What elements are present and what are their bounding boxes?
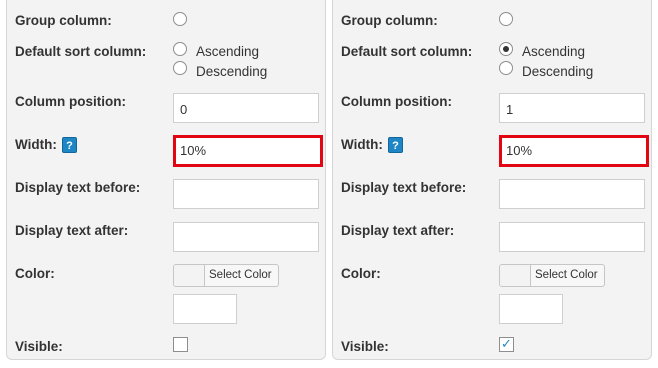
color-swatch (174, 265, 205, 286)
color-swatch (500, 265, 531, 286)
group-column-label: Group column: (341, 13, 438, 28)
display-text-before-input[interactable] (499, 179, 645, 209)
column-position-label: Column position: (15, 94, 126, 109)
sort-ascending-label: Ascending (196, 44, 260, 59)
display-text-before-label: Display text before: (341, 180, 467, 195)
color-label: Color: (15, 266, 55, 281)
group-column-radio[interactable] (173, 12, 187, 26)
visible-checkbox[interactable]: ✓ (499, 336, 514, 352)
default-sort-label: Default sort column: (15, 44, 147, 59)
width-input[interactable]: 10% (499, 135, 649, 167)
display-text-after-label: Display text after: (15, 223, 129, 238)
display-text-after-label: Display text after: (341, 223, 455, 238)
help-icon[interactable]: ? (388, 137, 403, 153)
select-color-label: Select Color (535, 269, 598, 281)
sort-descending-label: Descending (196, 64, 268, 79)
color-value-input[interactable] (499, 294, 563, 324)
color-value-input[interactable] (173, 294, 237, 324)
visible-label: Visible: (341, 339, 389, 354)
display-text-after-input[interactable] (499, 222, 645, 252)
sort-descending-label: Descending (522, 64, 594, 79)
sort-ascending-label: Ascending (522, 44, 586, 59)
display-text-before-label: Display text before: (15, 180, 141, 195)
group-column-radio[interactable] (499, 12, 513, 26)
width-label: Width: (15, 137, 57, 152)
display-text-before-input[interactable] (173, 179, 319, 209)
sort-descending-radio[interactable] (173, 61, 187, 75)
select-color-button[interactable]: Select Color (173, 264, 279, 287)
width-label: Width: (341, 137, 383, 152)
checkmark-icon: ✓ (501, 336, 512, 351)
column-position-input[interactable]: 0 (173, 93, 319, 123)
help-icon[interactable]: ? (62, 137, 77, 153)
sort-descending-radio[interactable] (499, 61, 513, 75)
visible-checkbox[interactable] (173, 337, 188, 352)
color-label: Color: (341, 266, 381, 281)
select-color-label: Select Color (209, 269, 272, 281)
sort-ascending-radio[interactable] (499, 42, 513, 56)
column-position-label: Column position: (341, 94, 452, 109)
column-position-input[interactable]: 1 (499, 93, 645, 123)
visible-label: Visible: (15, 339, 63, 354)
default-sort-label: Default sort column: (341, 44, 473, 59)
display-text-after-input[interactable] (173, 222, 319, 252)
group-column-label: Group column: (15, 13, 112, 28)
sort-ascending-radio[interactable] (173, 42, 187, 56)
width-input[interactable]: 10% (173, 135, 323, 167)
select-color-button[interactable]: Select Color (499, 264, 605, 287)
column-settings-panel-right: Group column: Default sort column: Ascen… (332, 0, 652, 360)
column-settings-panel-left: Group column: Default sort column: Ascen… (6, 0, 326, 360)
